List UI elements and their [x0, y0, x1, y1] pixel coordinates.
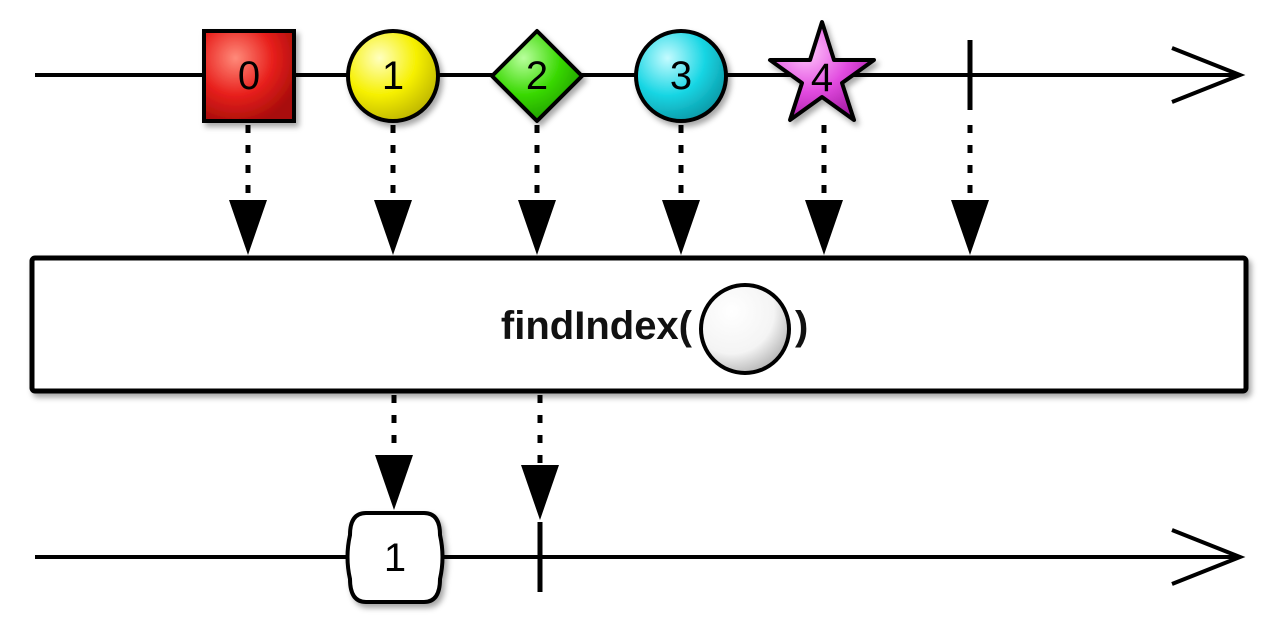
output-marble-0: 1 — [345, 511, 445, 604]
input-marble-2: 2 — [490, 29, 584, 123]
predicate-circle-icon — [699, 283, 791, 375]
connector-0 — [229, 125, 267, 255]
input-marble-3: 3 — [634, 29, 728, 123]
input-marble-label: 1 — [382, 54, 404, 98]
input-marble-label: 0 — [238, 54, 260, 98]
input-marble-label: 2 — [526, 54, 548, 98]
input-marbles: 0 1 2 3 4 — [202, 20, 876, 123]
connector-1 — [374, 125, 412, 255]
operator-name-prefix: findIndex( — [501, 304, 693, 348]
connector-3 — [662, 125, 700, 255]
input-marble-label: 3 — [670, 54, 692, 98]
output-connector-complete — [521, 395, 559, 520]
operator-name-suffix: ) — [795, 304, 808, 348]
input-marble-0: 0 — [202, 29, 296, 123]
output-marble-label: 1 — [384, 536, 406, 580]
input-connectors — [229, 125, 989, 255]
input-marble-label: 4 — [811, 56, 833, 100]
operator-box: findIndex( ) — [29, 255, 1249, 394]
connector-4 — [805, 125, 843, 255]
input-marble-4: 4 — [768, 20, 876, 122]
output-timeline — [35, 522, 1246, 592]
output-connectors — [375, 395, 559, 520]
marble-diagram: 0 1 2 3 4 findIndex( ) 1 — [29, 20, 1249, 604]
connector-complete — [951, 125, 989, 255]
connector-2 — [518, 125, 556, 255]
input-marble-1: 1 — [346, 29, 440, 123]
output-connector-value — [375, 395, 413, 510]
